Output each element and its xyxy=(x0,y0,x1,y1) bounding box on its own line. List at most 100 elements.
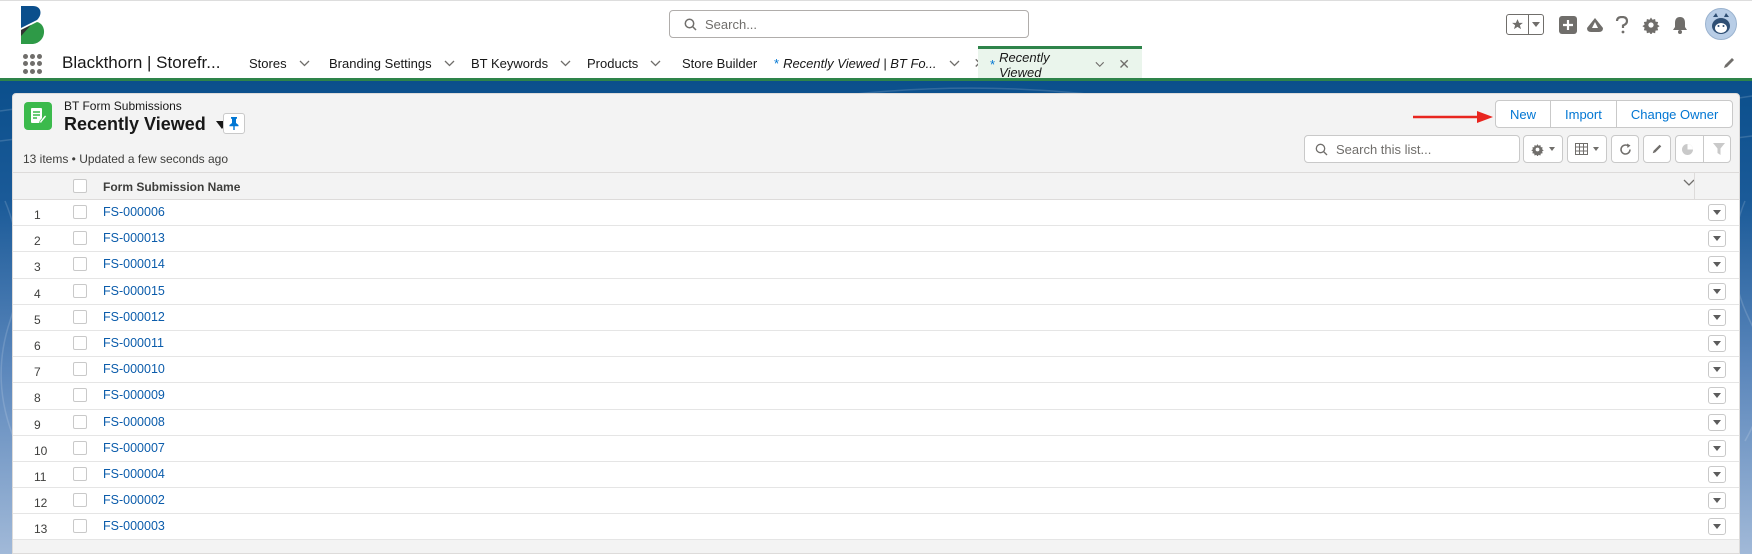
column-header-form-submission-name[interactable]: Form Submission Name xyxy=(103,180,240,194)
record-link[interactable]: FS-000012 xyxy=(103,310,165,324)
caret-down-icon xyxy=(1713,340,1721,346)
chevron-down-icon[interactable] xyxy=(949,60,960,67)
row-actions-button[interactable] xyxy=(1708,387,1726,405)
row-checkbox[interactable] xyxy=(73,335,87,350)
notifications-bell-icon[interactable] xyxy=(1669,14,1691,36)
caret-down-icon xyxy=(1713,236,1721,242)
caret-down-icon xyxy=(1713,524,1721,530)
row-checkbox[interactable] xyxy=(73,388,87,403)
new-button[interactable]: New xyxy=(1496,101,1552,127)
global-header: Search... xyxy=(0,0,1752,46)
blackthorn-logo[interactable] xyxy=(19,6,47,44)
chevron-down-icon[interactable] xyxy=(560,60,571,67)
record-link[interactable]: FS-000015 xyxy=(103,284,165,298)
row-checkbox[interactable] xyxy=(73,466,87,481)
row-actions-button[interactable] xyxy=(1708,282,1726,300)
object-label: BT Form Submissions xyxy=(64,99,182,113)
edit-nav-pencil-icon[interactable] xyxy=(1722,56,1736,70)
record-link[interactable]: FS-000008 xyxy=(103,415,165,429)
record-link[interactable]: FS-000010 xyxy=(103,362,165,376)
chevron-down-icon[interactable] xyxy=(650,60,661,67)
row-actions-button[interactable] xyxy=(1708,204,1726,221)
inline-edit-button[interactable] xyxy=(1643,135,1671,163)
favorites-button-group[interactable] xyxy=(1506,14,1544,35)
global-search-input[interactable]: Search... xyxy=(669,10,1029,38)
list-view-card: BT Form Submissions Recently Viewed 13 i… xyxy=(12,93,1740,554)
chevron-down-icon[interactable] xyxy=(299,60,310,67)
row-checkbox[interactable] xyxy=(73,283,87,298)
row-actions-button[interactable] xyxy=(1708,492,1726,510)
caret-down-icon xyxy=(1549,147,1555,151)
record-link[interactable]: FS-000002 xyxy=(103,493,165,507)
chevron-down-icon[interactable] xyxy=(444,60,455,67)
table-row: 8 FS-000009 xyxy=(13,383,1739,410)
record-link[interactable]: FS-000003 xyxy=(103,519,165,533)
record-link[interactable]: FS-000014 xyxy=(103,257,165,271)
list-view-selector[interactable]: Recently Viewed xyxy=(64,114,228,135)
change-owner-button[interactable]: Change Owner xyxy=(1617,101,1732,127)
nav-tab-recently-viewed-bt-form[interactable]: * Recently Viewed | BT Fo... ✕ xyxy=(774,46,985,80)
row-actions-button[interactable] xyxy=(1708,413,1726,431)
nav-item-products[interactable]: Products xyxy=(587,46,661,80)
filter-icon[interactable] xyxy=(1713,143,1726,155)
table-row: 4 FS-000015 xyxy=(13,278,1739,305)
row-actions-button[interactable] xyxy=(1708,334,1726,352)
row-actions-button[interactable] xyxy=(1708,361,1726,379)
chart-icon[interactable] xyxy=(1681,143,1694,156)
list-action-buttons: New Import Change Owner xyxy=(1495,100,1734,128)
row-checkbox[interactable] xyxy=(73,440,87,455)
row-number: 9 xyxy=(34,417,41,432)
import-button[interactable]: Import xyxy=(1551,101,1617,127)
row-checkbox[interactable] xyxy=(73,493,87,508)
nav-item-branding-settings[interactable]: Branding Settings xyxy=(329,46,455,80)
row-actions-button[interactable] xyxy=(1708,518,1726,536)
list-view-controls-button[interactable] xyxy=(1523,135,1563,163)
caret-down-icon xyxy=(1713,393,1721,399)
refresh-button[interactable] xyxy=(1611,135,1639,163)
pin-list-view-button[interactable] xyxy=(223,113,245,134)
list-search-input[interactable]: Search this list... xyxy=(1304,135,1520,163)
row-checkbox[interactable] xyxy=(73,519,87,534)
help-icon[interactable] xyxy=(1611,14,1633,36)
select-all-checkbox[interactable] xyxy=(73,179,87,193)
refresh-icon xyxy=(1619,143,1631,155)
row-actions-button[interactable] xyxy=(1708,308,1726,326)
row-checkbox[interactable] xyxy=(73,205,87,219)
close-tab-icon[interactable]: ✕ xyxy=(1118,56,1130,73)
record-link[interactable]: FS-000013 xyxy=(103,231,165,245)
list-view-title: Recently Viewed xyxy=(64,114,206,134)
favorites-star-icon[interactable] xyxy=(1507,15,1529,34)
table-header: Form Submission Name xyxy=(13,172,1739,201)
row-actions-button[interactable] xyxy=(1708,465,1726,483)
global-actions-plus-icon[interactable] xyxy=(1557,14,1579,36)
user-avatar[interactable] xyxy=(1705,8,1737,40)
record-link[interactable]: FS-000007 xyxy=(103,441,165,455)
row-checkbox[interactable] xyxy=(73,414,87,429)
row-checkbox[interactable] xyxy=(73,362,87,377)
record-link[interactable]: FS-000009 xyxy=(103,388,165,402)
table-row: 1 FS-000006 xyxy=(13,200,1739,227)
search-icon xyxy=(684,18,697,31)
setup-gear-icon[interactable] xyxy=(1640,14,1662,36)
favorites-dropdown-icon[interactable] xyxy=(1529,15,1543,34)
row-checkbox[interactable] xyxy=(73,309,87,324)
table-row: 2 FS-000013 xyxy=(13,226,1739,253)
row-actions-button[interactable] xyxy=(1708,230,1726,248)
record-link[interactable]: FS-000006 xyxy=(103,205,165,219)
row-checkbox[interactable] xyxy=(73,257,87,272)
row-actions-button[interactable] xyxy=(1708,256,1726,274)
display-as-button[interactable] xyxy=(1567,135,1607,163)
record-link[interactable]: FS-000011 xyxy=(103,336,164,350)
app-launcher-icon[interactable] xyxy=(23,54,43,74)
nav-tab-recently-viewed[interactable]: * Recently Viewed ✕ xyxy=(978,46,1142,80)
table-row: 3 FS-000014 xyxy=(13,252,1739,279)
nav-item-stores[interactable]: Stores xyxy=(249,46,310,80)
nav-item-store-builder[interactable]: Store Builder xyxy=(682,46,757,80)
record-link[interactable]: FS-000004 xyxy=(103,467,165,481)
trailhead-icon[interactable] xyxy=(1584,14,1606,36)
chevron-down-icon[interactable] xyxy=(1095,61,1105,68)
table-row: 7 FS-000010 xyxy=(13,357,1739,384)
nav-item-bt-keywords[interactable]: BT Keywords xyxy=(471,46,571,80)
row-actions-button[interactable] xyxy=(1708,439,1726,457)
row-checkbox[interactable] xyxy=(73,231,87,246)
